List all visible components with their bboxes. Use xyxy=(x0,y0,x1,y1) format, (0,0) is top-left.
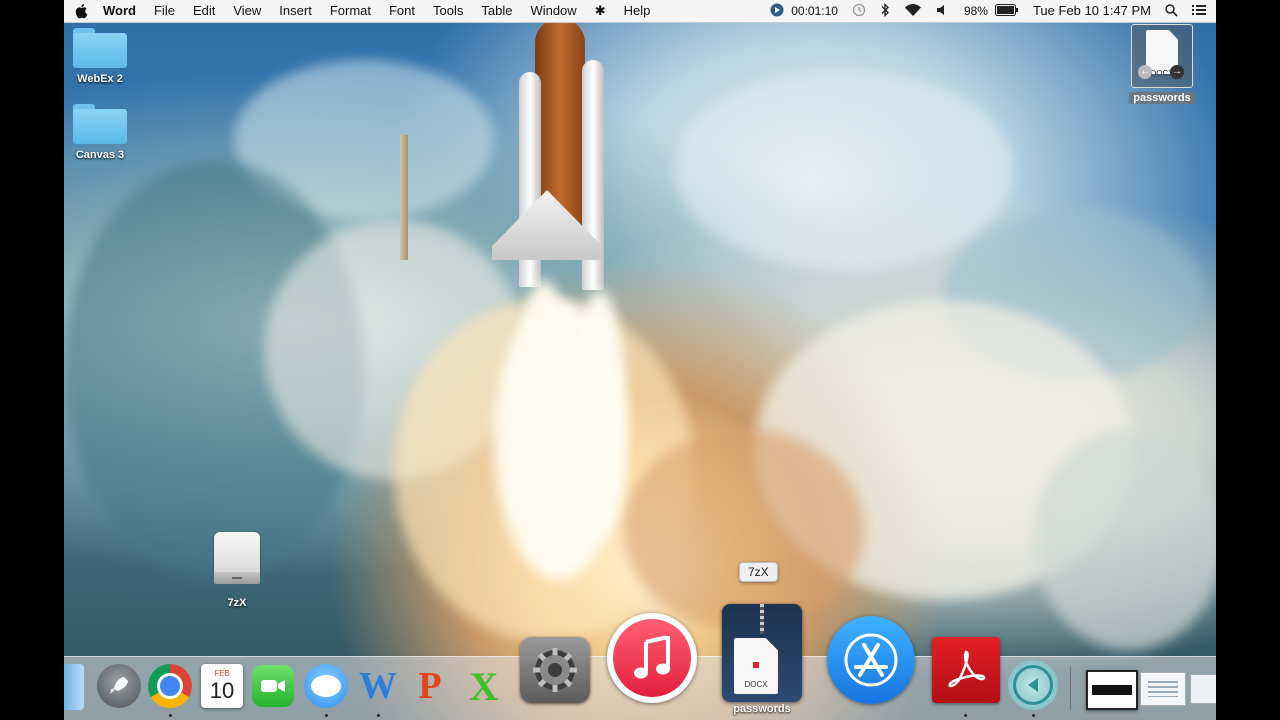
menu-view[interactable]: View xyxy=(224,0,270,22)
desktop-drive-7zx[interactable]: 7zX xyxy=(197,532,277,609)
folder-icon xyxy=(73,28,127,68)
wifi-icon[interactable] xyxy=(897,0,929,22)
apple-menu-icon[interactable] xyxy=(74,3,88,19)
menu-format[interactable]: Format xyxy=(321,0,380,22)
volume-icon[interactable] xyxy=(929,0,957,22)
desktop-screen: Word File Edit View Insert Format Font T… xyxy=(64,0,1216,720)
dock-tooltip: 7zX xyxy=(739,562,778,582)
passwords-stack-icon[interactable]: DOCX xyxy=(722,604,802,702)
calendar-day: 10 xyxy=(209,678,235,703)
screen-recorder-icon[interactable] xyxy=(763,0,791,22)
facetime-icon[interactable] xyxy=(252,665,294,707)
messages-icon[interactable] xyxy=(304,664,348,708)
menu-help[interactable]: Help xyxy=(615,0,660,22)
recording-timer[interactable]: 00:01:10 xyxy=(791,0,845,22)
finder-icon[interactable] xyxy=(64,664,84,710)
folder-icon xyxy=(73,104,127,144)
time-machine-icon[interactable] xyxy=(845,0,873,22)
battery-icon[interactable] xyxy=(994,0,1026,22)
notification-center-icon[interactable] xyxy=(1185,0,1216,22)
menu-file[interactable]: File xyxy=(145,0,184,22)
menu-table[interactable]: Table xyxy=(472,0,521,22)
desktop-item-label: 7zX xyxy=(227,597,247,609)
acrobat-reader-icon[interactable] xyxy=(932,637,1000,703)
chrome-icon[interactable] xyxy=(148,664,192,708)
menu-edit[interactable]: Edit xyxy=(184,0,224,22)
menu-insert[interactable]: Insert xyxy=(270,0,321,22)
minimized-window-thumbnail[interactable] xyxy=(1086,670,1138,710)
desktop-item-label: passwords xyxy=(1129,92,1195,104)
menu-tools[interactable]: Tools xyxy=(424,0,472,22)
battery-percent[interactable]: 98% xyxy=(957,0,995,22)
desktop-item-label: WebEx 2 xyxy=(77,73,123,85)
arrow-right-icon: → xyxy=(1170,65,1184,79)
system-preferences-icon[interactable] xyxy=(520,637,590,703)
quicktime-icon[interactable] xyxy=(1008,660,1058,710)
arrow-left-icon: ← xyxy=(1138,65,1152,79)
bluetooth-icon[interactable] xyxy=(873,0,897,22)
menu-app-name[interactable]: Word xyxy=(94,0,145,22)
menu-bar: Word File Edit View Insert Format Font T… xyxy=(64,0,1216,23)
excel-icon[interactable]: X xyxy=(462,664,506,709)
desktop-item-label: Canvas 3 xyxy=(75,149,125,161)
word-icon[interactable]: W xyxy=(356,664,400,708)
desktop-file-passwords[interactable]: DOCX → ← passwords xyxy=(1122,24,1202,104)
docx-file-icon: DOCX → ← xyxy=(1131,24,1193,88)
spotlight-icon[interactable] xyxy=(1158,0,1185,22)
script-menu-icon[interactable]: ✱ xyxy=(586,0,615,22)
clock[interactable]: Tue Feb 10 1:47 PM xyxy=(1026,0,1158,22)
app-store-icon[interactable] xyxy=(827,616,915,704)
desktop-folder-canvas[interactable]: Canvas 3 xyxy=(64,104,140,161)
minimized-window-thumbnail-2[interactable] xyxy=(1190,674,1216,704)
menu-font[interactable]: Font xyxy=(380,0,424,22)
drive-icon xyxy=(214,532,260,588)
calendar-icon[interactable]: FEB 10 xyxy=(201,664,243,708)
stack-badge: DOCX xyxy=(744,680,768,689)
menu-window[interactable]: Window xyxy=(521,0,585,22)
powerpoint-icon[interactable]: P xyxy=(410,664,450,708)
itunes-icon[interactable] xyxy=(607,613,697,703)
stack-label: passwords xyxy=(733,703,791,715)
menu-extras: 00:01:10 98% Tue Feb 10 1:47 PM xyxy=(763,0,1216,22)
desktop-folder-webex[interactable]: WebEx 2 xyxy=(64,28,140,85)
launchpad-icon[interactable] xyxy=(97,664,141,708)
minimized-document-thumbnail[interactable] xyxy=(1140,672,1186,706)
